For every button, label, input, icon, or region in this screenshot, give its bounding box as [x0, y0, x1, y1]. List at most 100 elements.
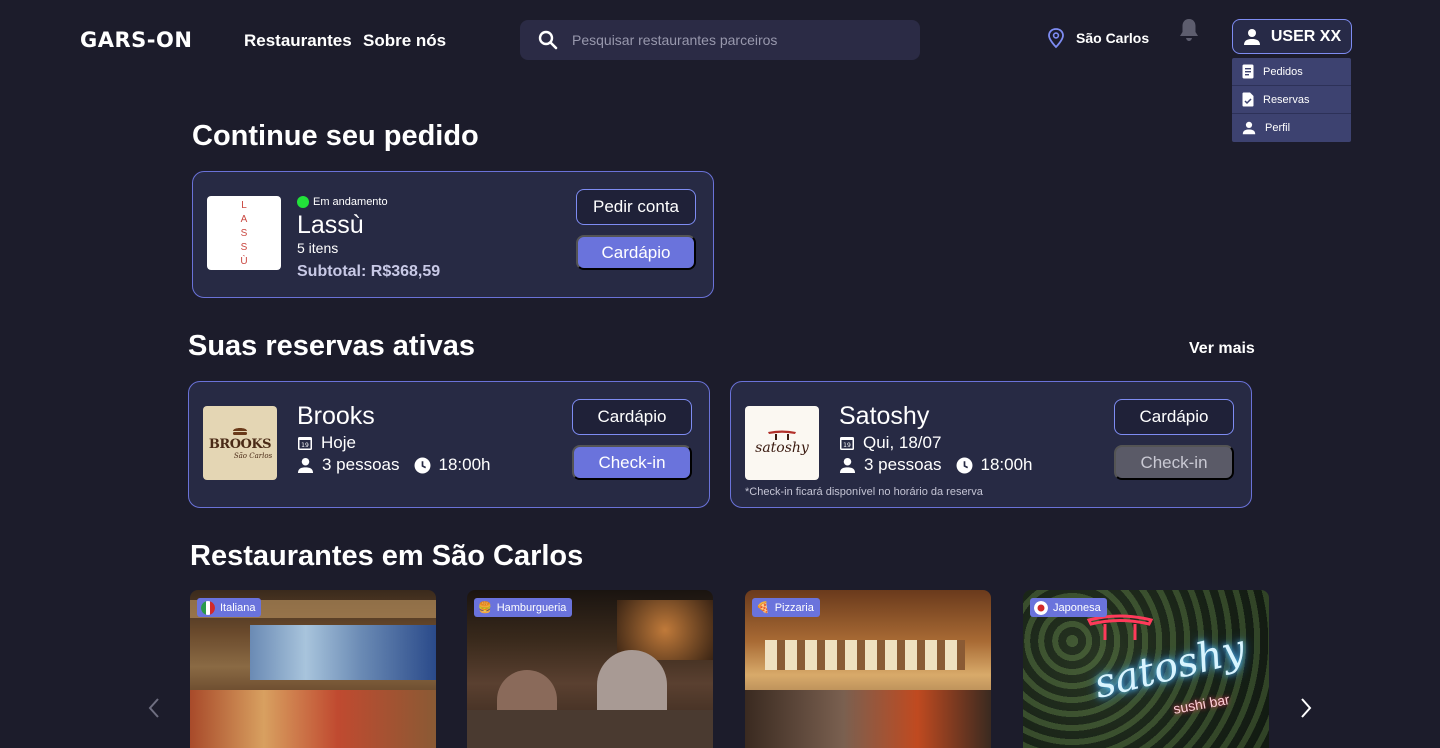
- reservation-menu-button[interactable]: Cardápio: [1114, 399, 1234, 435]
- menu-item-perfil[interactable]: Perfil: [1232, 114, 1351, 142]
- reservation-date: 19 Hoje: [297, 433, 356, 453]
- nav-sobre-nos[interactable]: Sobre nós: [363, 31, 446, 51]
- location-label: São Carlos: [1076, 30, 1150, 46]
- burger-emoji-icon: 🍔: [478, 602, 492, 614]
- dining-tables: [467, 710, 713, 748]
- italy-flag-icon: [201, 600, 215, 615]
- search-bar[interactable]: [520, 20, 920, 60]
- status-text: Em andamento: [313, 196, 388, 208]
- restaurant-card[interactable]: 🍕 Pizzaria: [745, 590, 991, 748]
- category-label: Italiana: [220, 601, 256, 614]
- torii-icon: [768, 430, 796, 440]
- svg-text:19: 19: [843, 442, 851, 449]
- section-title-order: Continue seu pedido: [192, 120, 479, 152]
- search-input[interactable]: [572, 32, 902, 48]
- brooks-logo-text: BROOKS: [208, 437, 272, 452]
- menu-item-reservas[interactable]: Reservas: [1232, 86, 1351, 114]
- user-icon: [297, 457, 314, 473]
- satoshy-logo-text: satoshy: [755, 440, 809, 456]
- checkin-note: *Check-in ficará disponível no horário d…: [745, 486, 983, 498]
- calendar-icon: 19: [840, 437, 854, 450]
- nav-restaurantes[interactable]: Restaurantes: [244, 31, 352, 51]
- category-label: Hamburgueria: [496, 601, 567, 614]
- location-selector[interactable]: São Carlos: [1046, 27, 1149, 49]
- reservation-people: 3 pessoas: [322, 455, 400, 474]
- map-pin-icon: [1048, 28, 1064, 49]
- japan-flag-icon: [1034, 600, 1048, 615]
- chevron-left-icon[interactable]: [146, 696, 162, 720]
- restaurant-card[interactable]: satoshy sushi bar Japonesa: [1023, 590, 1269, 748]
- reservation-details: 3 pessoas 18:00h: [297, 455, 491, 475]
- order-subtotal: Subtotal: R$368,59: [297, 263, 441, 280]
- category-label: Japonesa: [1053, 601, 1101, 614]
- window-view: [250, 625, 436, 680]
- reservation-time: 18:00h: [438, 455, 491, 474]
- reservation-people: 3 pessoas: [864, 455, 942, 474]
- category-tag: Japonesa: [1030, 598, 1107, 617]
- order-card: L A S S Ù Em andamento Lassù 5 itens Sub…: [192, 171, 714, 298]
- category-label: Pizzaria: [774, 601, 814, 614]
- lassu-logo-letters: L A S S Ù: [207, 196, 281, 268]
- logo-letter: A: [240, 214, 248, 225]
- reservation-time: 18:00h: [980, 455, 1033, 474]
- see-more-link[interactable]: Ver mais: [1189, 340, 1255, 358]
- reservation-day: Qui, 18/07: [863, 433, 942, 452]
- dining-area: [745, 690, 991, 748]
- menu-item-label: Reservas: [1263, 93, 1310, 106]
- reservation-details: 3 pessoas 18:00h: [839, 455, 1033, 475]
- status-dot: [297, 196, 309, 208]
- checkin-button[interactable]: Check-in: [572, 445, 692, 480]
- logo-letter: S: [240, 228, 248, 239]
- clock-icon: [414, 457, 430, 473]
- logo-letter: L: [241, 200, 247, 211]
- clock-icon: [956, 457, 972, 473]
- user-icon: [1243, 28, 1260, 45]
- menu-item-label: Pedidos: [1263, 65, 1303, 78]
- logo[interactable]: GARS-ON: [80, 28, 192, 52]
- dining-tables: [190, 690, 436, 748]
- restaurant-card[interactable]: Italiana: [190, 590, 436, 748]
- menu-item-label: Perfil: [1265, 122, 1291, 134]
- bell-icon: [1180, 19, 1198, 41]
- order-restaurant-name: Lassù: [297, 211, 364, 239]
- wall-frames: [765, 640, 965, 670]
- reservation-card-satoshy: satoshy Satoshy 19 Qui, 18/07 3 pessoas …: [730, 381, 1252, 508]
- search-icon: [538, 30, 558, 50]
- burger-icon: [233, 428, 247, 435]
- reservation-name: Brooks: [297, 402, 375, 430]
- reservation-date: 19 Qui, 18/07: [839, 433, 941, 453]
- restaurant-card[interactable]: 🍔 Hamburgueria: [467, 590, 713, 748]
- checkin-button-disabled[interactable]: Check-in: [1114, 445, 1234, 480]
- status-badge: Em andamento: [297, 196, 388, 208]
- reservation-day: Hoje: [321, 433, 356, 452]
- checklist-icon: [1242, 92, 1254, 107]
- order-menu-button[interactable]: Cardápio: [576, 235, 696, 270]
- user-icon: [839, 457, 856, 473]
- user-label: USER XX: [1270, 27, 1342, 45]
- order-items-count: 5 itens: [297, 240, 339, 256]
- category-tag: 🍕 Pizzaria: [752, 598, 820, 617]
- menu-item-pedidos[interactable]: Pedidos: [1232, 58, 1351, 86]
- logo-text: GARS-ON: [80, 28, 193, 52]
- user-menu-button[interactable]: USER XX: [1232, 19, 1352, 54]
- category-tag: 🍔 Hamburgueria: [474, 598, 573, 617]
- satoshy-logo: satoshy: [745, 406, 819, 480]
- svg-text:19: 19: [301, 442, 309, 449]
- brooks-logo-sub: São Carlos: [233, 452, 273, 460]
- logo-letter: S: [240, 242, 248, 253]
- chevron-right-icon[interactable]: [1298, 696, 1314, 720]
- calendar-icon: 19: [298, 437, 312, 450]
- section-title-restaurants: Restaurantes em São Carlos: [190, 540, 584, 572]
- reservation-card-brooks: BROOKS São Carlos Brooks 19 Hoje 3 pesso…: [188, 381, 710, 508]
- brooks-logo: BROOKS São Carlos: [203, 406, 277, 480]
- logo-letter: Ù: [240, 256, 248, 267]
- category-tag: Italiana: [197, 598, 262, 617]
- user-icon: [1242, 121, 1256, 135]
- notifications-button[interactable]: [1178, 17, 1200, 48]
- document-icon: [1242, 64, 1254, 79]
- reservation-menu-button[interactable]: Cardápio: [572, 399, 692, 435]
- reservation-name: Satoshy: [839, 402, 930, 430]
- user-dropdown: Pedidos Reservas Perfil: [1232, 58, 1351, 142]
- request-bill-button[interactable]: Pedir conta: [576, 189, 696, 225]
- section-title-reservations: Suas reservas ativas: [188, 330, 475, 362]
